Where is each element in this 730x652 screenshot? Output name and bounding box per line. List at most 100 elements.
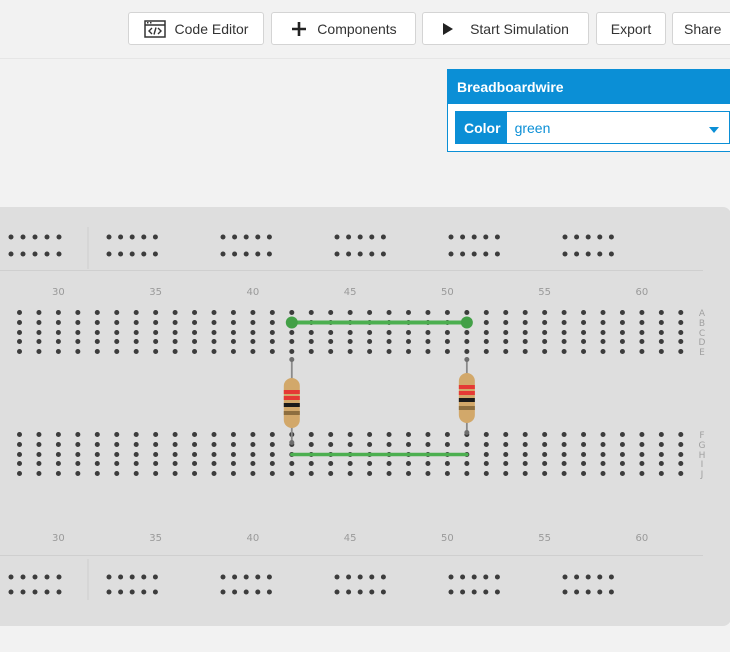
terminal-hole [94,320,100,325]
terminal-hole [347,471,353,476]
resistor-band [458,406,475,410]
terminal-hole [386,461,392,466]
rail-hole [141,234,147,240]
terminal-hole [464,339,470,344]
terminal-hole [639,461,645,466]
terminal-hole [444,461,450,466]
terminal-hole [55,471,61,476]
terminal-hole [172,310,178,315]
terminal-hole [581,330,587,335]
components-label: Components [317,20,397,37]
terminal-hole [17,461,22,466]
terminal-hole [36,349,42,354]
terminal-hole [230,432,236,437]
share-button[interactable]: Share [672,12,730,45]
terminal-hole [36,310,42,315]
terminal-hole [308,442,314,447]
terminal-hole [75,330,81,335]
rail-hole [152,251,158,257]
terminal-hole [250,310,256,315]
row-label-f: F [699,431,704,441]
rail-hole [243,574,249,580]
column-label-top: 50 [441,287,454,298]
rail-hole [369,251,375,257]
rail-hole [608,251,614,257]
rail-hole [597,234,603,240]
column-label-bottom: 45 [344,533,357,544]
terminal-hole [230,452,236,457]
terminal-hole [133,349,139,354]
terminal-hole [367,310,373,315]
terminal-hole [619,310,625,315]
rail-hole [574,251,580,257]
terminal-hole [17,442,22,447]
terminal-hole [172,471,178,476]
rail-hole [460,251,466,257]
export-button[interactable]: Export [596,12,666,45]
terminal-hole [328,310,334,315]
rail-hole [266,234,272,240]
rail-hole [106,589,112,595]
rail-hole [141,589,147,595]
rail-hole [118,251,124,257]
terminal-hole [211,432,217,437]
terminal-hole [114,339,120,344]
rail-hole [460,589,466,595]
terminal-hole [55,442,61,447]
terminal-hole [172,320,178,325]
terminal-hole [425,442,431,447]
terminal-hole [561,310,567,315]
terminal-hole [289,330,295,335]
components-button[interactable]: Components [271,12,416,45]
column-label-bottom: 40 [247,533,260,544]
terminal-hole [55,432,61,437]
terminal-hole [542,310,548,315]
rail-hole [494,234,500,240]
terminal-hole [678,349,684,354]
code-editor-button[interactable]: Code Editor [128,12,264,45]
terminal-hole [483,432,489,437]
rail-hole [141,574,147,580]
terminal-hole [658,320,664,325]
terminal-hole [36,320,42,325]
terminal-hole [153,320,159,325]
rail-hole [20,251,26,257]
terminal-hole [678,452,684,457]
resistor-2[interactable] [458,357,475,435]
rail-hole [8,251,14,257]
terminal-hole [619,452,625,457]
terminal-hole [406,330,411,335]
panel-title: Breadboardwire [448,70,730,104]
terminal-hole [386,432,392,437]
rail-hole [32,589,38,595]
terminal-hole [503,432,509,437]
terminal-hole [250,330,256,335]
resistor-1[interactable] [283,357,300,445]
rail-hole [357,589,363,595]
terminal-hole [561,349,567,354]
rail-hole [483,574,489,580]
terminal-hole [192,330,198,335]
terminal-hole [503,442,509,447]
color-select[interactable]: green [507,112,729,143]
terminal-hole [133,471,139,476]
terminal-hole [542,452,548,457]
terminal-hole [503,339,509,344]
rail-hole [357,574,363,580]
wire-1[interactable] [285,316,473,329]
terminal-hole [17,310,22,315]
terminal-hole [658,339,664,344]
terminal-hole [55,349,61,354]
breadboard[interactable]: 30 30 35 35 40 40 45 45 50 50 55 55 60 60 A B C D E F G H I J [0,207,730,626]
start-simulation-button[interactable]: Start Simulation [422,12,589,45]
terminal-hole [561,471,567,476]
terminal-hole [230,320,236,325]
terminal-hole [192,320,198,325]
breadboard-canvas[interactable]: 3030353540404545505055556060ABCDEFGHIJ [0,207,730,626]
row-label-g: G [699,441,706,451]
terminal-hole [114,310,120,315]
terminal-hole [386,339,392,344]
terminal-hole [444,432,450,437]
terminal-hole [269,442,275,447]
terminal-hole [192,310,198,315]
